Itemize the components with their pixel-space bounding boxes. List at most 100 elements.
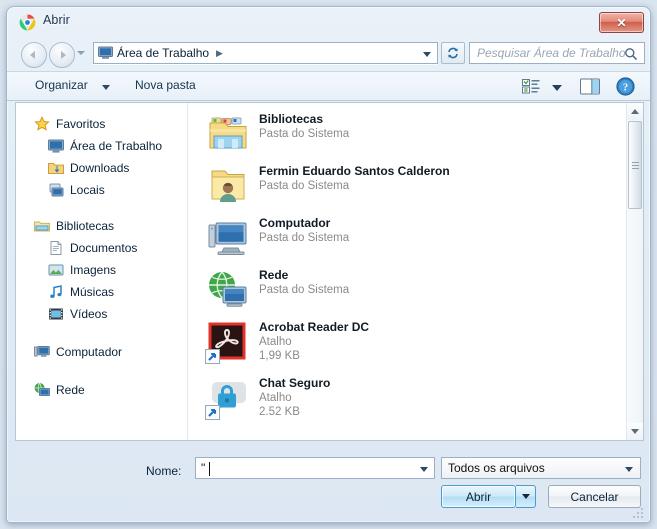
sidebar-label: Rede — [56, 383, 85, 397]
list-item[interactable]: Rede Pasta do Sistema — [189, 265, 643, 315]
computer-icon — [207, 217, 249, 259]
file-name: Rede — [259, 268, 289, 282]
shortcut-overlay-icon — [205, 349, 220, 364]
list-item[interactable]: Bibliotecas Pasta do Sistema — [189, 109, 643, 159]
open-file-dialog: Abrir ✕ Área de Trabalho ▶ Pesquisar Áre… — [6, 6, 651, 523]
command-toolbar: Organizar Nova pasta ? — [7, 71, 650, 101]
list-item[interactable]: Chat Seguro Atalho 2.52 KB — [189, 373, 643, 429]
sidebar-group-bibliotecas[interactable]: Bibliotecas — [16, 215, 114, 237]
file-name-dropdown-icon[interactable] — [420, 467, 428, 472]
open-button-label: Abrir — [465, 489, 492, 504]
sidebar-item-area-de-trabalho[interactable]: Área de Trabalho — [16, 135, 162, 157]
help-icon[interactable]: ? — [616, 77, 635, 101]
address-dropdown-icon[interactable] — [423, 52, 431, 57]
sidebar-group-favoritos[interactable]: Favoritos — [16, 113, 105, 135]
view-list-icon[interactable] — [522, 78, 540, 100]
chat-lock-icon — [205, 377, 249, 420]
downloads-folder-icon — [48, 160, 64, 176]
list-item[interactable]: Acrobat Reader DC Atalho 1,99 KB — [189, 317, 643, 373]
title-bar: Abrir ✕ — [7, 7, 650, 37]
cancel-button[interactable]: Cancelar — [548, 485, 641, 508]
sidebar-item-computador[interactable]: Computador — [16, 341, 122, 363]
file-type-filter-select[interactable]: Todos os arquivos — [441, 457, 641, 479]
scrollbar-grip-icon — [632, 162, 639, 169]
dialog-body: Favoritos Área de Trabalho Downloads Loc… — [15, 102, 644, 441]
text-cursor — [209, 462, 210, 476]
close-icon: ✕ — [616, 15, 627, 30]
file-name: Fermin Eduardo Santos Calderon — [259, 164, 450, 178]
list-item[interactable]: Fermin Eduardo Santos Calderon Pasta do … — [189, 161, 643, 211]
search-placeholder: Pesquisar Área de Trabalho — [477, 46, 626, 60]
refresh-button[interactable] — [441, 42, 465, 64]
sidebar-item-imagens[interactable]: Imagens — [16, 259, 116, 281]
sidebar-label: Favoritos — [56, 117, 106, 131]
sidebar-label: Documentos — [70, 241, 138, 255]
close-button[interactable]: ✕ — [599, 12, 644, 33]
sidebar-item-downloads[interactable]: Downloads — [16, 157, 129, 179]
user-folder-icon — [207, 165, 249, 207]
network-icon — [207, 269, 249, 311]
resize-grip-icon[interactable] — [632, 506, 644, 518]
documents-icon — [48, 240, 64, 256]
file-type: Pasta do Sistema — [259, 232, 350, 244]
scrollbar-thumb[interactable] — [628, 121, 642, 209]
videos-icon — [48, 306, 64, 322]
file-type: Atalho — [259, 392, 292, 404]
cancel-button-label: Cancelar — [570, 489, 619, 504]
preview-pane-icon[interactable] — [580, 78, 600, 100]
address-bar[interactable]: Área de Trabalho ▶ — [93, 42, 438, 64]
breadcrumb-separator-icon[interactable]: ▶ — [216, 48, 223, 59]
history-dropdown-icon[interactable] — [77, 51, 85, 55]
sidebar-item-musicas[interactable]: Músicas — [16, 281, 114, 303]
address-path: Área de Trabalho — [117, 46, 210, 60]
list-item[interactable]: Computador Pasta do Sistema — [189, 213, 643, 263]
sidebar-item-documentos[interactable]: Documentos — [16, 237, 137, 259]
file-type: Pasta do Sistema — [259, 128, 350, 140]
vertical-scrollbar[interactable] — [626, 103, 643, 440]
music-icon — [48, 284, 64, 300]
organizar-dropdown-icon[interactable] — [102, 85, 110, 90]
chrome-icon — [19, 14, 36, 31]
acrobat-icon — [205, 321, 249, 364]
open-dropdown-button[interactable] — [516, 485, 536, 508]
sidebar-label: Computador — [56, 345, 123, 359]
file-name-label: Nome: — [146, 464, 182, 478]
navigation-bar: Área de Trabalho ▶ Pesquisar Área de Tra… — [7, 37, 650, 71]
chevron-down-icon — [625, 467, 633, 472]
sidebar-label: Downloads — [70, 161, 130, 175]
sidebar-label: Vídeos — [70, 307, 108, 321]
desktop-icon — [98, 46, 113, 60]
forward-button[interactable] — [49, 42, 75, 68]
navigation-pane: Favoritos Área de Trabalho Downloads Loc… — [16, 103, 188, 440]
nova-pasta-button[interactable]: Nova pasta — [135, 78, 196, 92]
organizar-button[interactable]: Organizar — [35, 78, 88, 92]
sidebar-item-rede[interactable]: Rede — [16, 379, 85, 401]
sidebar-label: Imagens — [70, 263, 117, 277]
search-icon — [624, 47, 638, 66]
file-size: 2.52 KB — [259, 406, 300, 418]
sidebar-label: Bibliotecas — [56, 219, 115, 233]
refresh-icon — [448, 47, 458, 59]
sidebar-item-videos[interactable]: Vídeos — [16, 303, 107, 325]
search-input[interactable]: Pesquisar Área de Trabalho — [469, 42, 645, 64]
file-name-input[interactable]: " — [195, 457, 435, 479]
sidebar-label: Músicas — [70, 285, 115, 299]
file-list: Bibliotecas Pasta do Sistema Fermin Edua… — [189, 103, 643, 440]
back-button[interactable] — [21, 42, 47, 68]
star-icon — [34, 116, 50, 132]
scroll-up-button[interactable] — [627, 103, 643, 120]
view-dropdown-icon[interactable] — [552, 85, 562, 91]
shortcut-overlay-icon — [205, 405, 220, 420]
sidebar-item-locais[interactable]: Locais — [16, 179, 105, 201]
file-name-value: " — [201, 461, 206, 475]
desktop-icon — [48, 138, 64, 154]
file-size: 1,99 KB — [259, 350, 300, 362]
file-type: Pasta do Sistema — [259, 180, 350, 192]
scroll-down-button[interactable] — [627, 423, 643, 440]
file-name: Bibliotecas — [259, 112, 324, 126]
file-type: Atalho — [259, 336, 292, 348]
network-icon — [34, 382, 50, 398]
open-button[interactable]: Abrir — [441, 485, 516, 508]
svg-text:?: ? — [623, 83, 628, 94]
file-type: Pasta do Sistema — [259, 284, 350, 296]
